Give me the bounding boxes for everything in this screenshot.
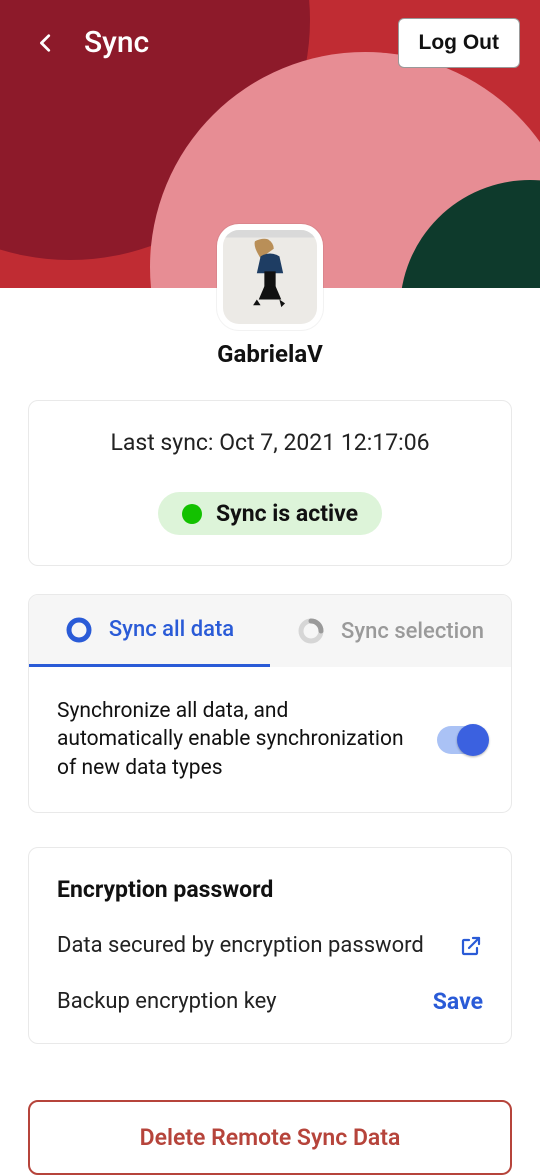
circle-icon [65,616,93,644]
save-button[interactable]: Save [433,988,483,1015]
username: GabrielaV [0,340,540,368]
logout-button[interactable]: Log Out [398,18,520,68]
backup-key-label: Backup encryption key [57,989,277,1014]
progress-circle-icon [297,617,325,645]
avatar[interactable] [217,224,323,330]
tab-sync-all-label: Sync all data [109,617,234,642]
sync-mode-card: Sync all data Sync selection Synchronize… [28,594,512,813]
tab-sync-selection[interactable]: Sync selection [270,595,511,667]
encryption-title: Encryption password [57,876,483,903]
backup-key-row: Backup encryption key Save [57,988,483,1015]
encryption-card: Encryption password Data secured by encr… [28,847,512,1044]
delete-remote-data-button[interactable]: Delete Remote Sync Data [28,1100,512,1175]
tab-sync-selection-label: Sync selection [341,619,484,644]
last-sync-label: Last sync: Oct 7, 2021 12:17:06 [49,429,491,456]
status-text: Sync is active [216,500,358,527]
sync-all-description: Synchronize all data, and automatically … [57,697,437,782]
status-dot-icon [182,504,202,524]
tab-sync-all[interactable]: Sync all data [29,595,270,667]
page-title: Sync [84,25,398,60]
encryption-secured-row[interactable]: Data secured by encryption password [57,933,483,958]
back-button[interactable] [28,25,64,61]
sync-mode-tabs: Sync all data Sync selection [29,595,511,667]
encryption-secured-label: Data secured by encryption password [57,933,424,958]
sync-all-toggle[interactable] [437,726,487,754]
external-link-icon[interactable] [459,934,483,958]
status-badge: Sync is active [158,492,382,535]
avatar-image [223,230,317,324]
sync-status-card: Last sync: Oct 7, 2021 12:17:06 Sync is … [28,400,512,566]
chevron-left-icon [35,32,57,54]
